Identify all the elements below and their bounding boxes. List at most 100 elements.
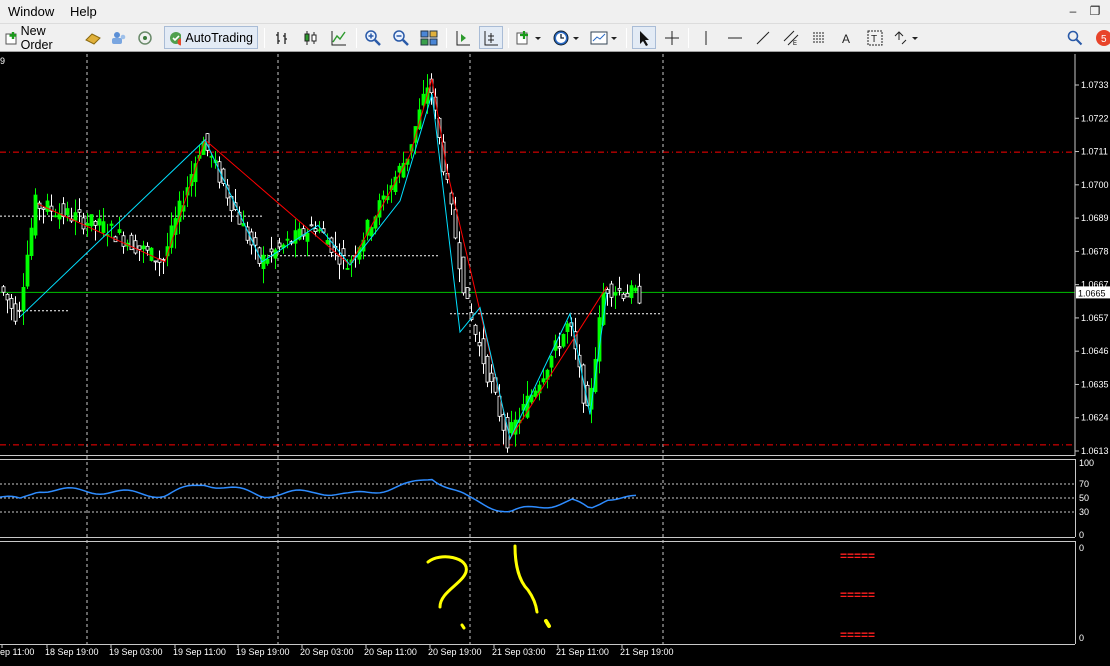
vertical-line-button[interactable] (695, 26, 717, 49)
candle-body (77, 209, 82, 213)
price-tick-label: 1.0700 (1081, 180, 1109, 190)
time-tick-label: 21 Sep 03:00 (492, 647, 546, 657)
search-icon (1067, 30, 1083, 45)
vertical-line-icon (705, 30, 707, 45)
candle-body (541, 378, 546, 383)
candle-body (557, 346, 562, 349)
time-tick-label: 20 Sep 11:00 (364, 647, 417, 657)
candle-body (145, 245, 150, 251)
candle-body (253, 237, 258, 246)
signals-button[interactable] (134, 26, 156, 49)
bar-chart-button[interactable] (272, 26, 294, 49)
candle-body (489, 372, 494, 383)
crosshair-tool-button[interactable] (661, 26, 683, 49)
candle-body (73, 212, 78, 221)
candle-body (121, 235, 126, 247)
fibonacci-icon (813, 32, 825, 42)
cursor-tool-button[interactable] (632, 26, 656, 49)
new-order-button[interactable]: New Order (0, 23, 76, 52)
price-tick-label: 1.0635 (1081, 379, 1109, 389)
zoom-out-button[interactable] (390, 26, 412, 49)
text-tool-button[interactable]: A (836, 26, 858, 49)
trendline-button[interactable] (752, 26, 774, 49)
fibonacci-button[interactable] (808, 26, 830, 49)
svg-text:A: A (842, 32, 850, 46)
price-tick-label: 1.0646 (1081, 346, 1109, 356)
candle-body (637, 285, 642, 304)
templates-button[interactable] (588, 26, 620, 49)
candle-body (565, 323, 570, 333)
current-price-label: 1.0665 (1078, 288, 1106, 298)
candle-body (17, 309, 22, 312)
candle-body (93, 220, 98, 226)
template-icon (590, 31, 617, 44)
text-label-button[interactable]: T (864, 26, 886, 49)
indicator-panel-tick-label: 0 (1079, 543, 1084, 553)
chart-shift-icon (456, 30, 470, 45)
candle-body (485, 355, 490, 383)
notification-badge-icon: 5 (1096, 29, 1110, 46)
new-order-icon (5, 31, 17, 44)
candle-body (85, 223, 90, 226)
time-tick-label: 21 Sep 11:00 (556, 647, 609, 657)
candle-body (621, 293, 626, 299)
candlestick-icon (304, 30, 317, 45)
chart-window[interactable]: 1.0733 1.0722 1.0711 1.0700 1.0689 1.0678 1.06… (0, 52, 1110, 666)
svg-text:5: 5 (1101, 34, 1107, 45)
autotrading-button[interactable]: AutoTrading (164, 26, 258, 49)
new-order-label: New Order (20, 23, 53, 52)
candle-body (89, 214, 94, 227)
oscillator-tick-label: 50 (1079, 493, 1089, 503)
candle-body (53, 215, 58, 218)
candle-body (149, 247, 154, 261)
search-button[interactable] (1064, 26, 1086, 49)
price-tick-label: 1.0613 (1081, 446, 1109, 456)
price-tick-label: 1.0711 (1081, 147, 1108, 157)
candle-body (341, 248, 346, 256)
candle-body (41, 207, 46, 210)
candle-body (457, 242, 462, 270)
indicators-button[interactable] (514, 26, 544, 49)
indicator-mark: ===== (840, 588, 875, 602)
candle-body (369, 227, 374, 237)
candle-body (101, 221, 106, 233)
svg-text:T: T (871, 34, 877, 45)
candle-body (45, 200, 50, 212)
indicator-panel-tick-label: 0 (1079, 633, 1084, 643)
chart-shift-button[interactable] (452, 26, 474, 49)
zoom-in-button[interactable] (362, 26, 384, 49)
candle-body (561, 334, 566, 347)
minimize-icon[interactable]: – (1064, 3, 1082, 20)
candle-body (325, 240, 330, 245)
arrows-button[interactable] (892, 26, 922, 49)
time-tick-label: 20 Sep 19:00 (428, 647, 482, 657)
periods-button[interactable] (550, 26, 582, 49)
notifications-button[interactable]: 5 (1092, 26, 1110, 49)
auto-scroll-button[interactable] (479, 26, 503, 49)
candlestick-button[interactable] (300, 26, 322, 49)
bar-chart-icon (276, 31, 287, 44)
data-window-button[interactable] (108, 26, 130, 49)
time-tick-label: 20 Sep 03:00 (300, 647, 354, 657)
candle-body (625, 293, 630, 298)
chart-canvas[interactable]: 1.0733 1.0722 1.0711 1.0700 1.0689 1.0678 1.06… (0, 52, 1110, 666)
text-label-icon: T (867, 30, 883, 45)
restore-icon[interactable]: ❐ (1086, 3, 1104, 20)
menu-help[interactable]: Help (70, 4, 97, 19)
menu-window[interactable]: Window (8, 4, 54, 19)
candle-body (509, 422, 514, 434)
candle-body (285, 238, 290, 241)
horizontal-line-icon (728, 37, 742, 38)
candle-body (25, 254, 30, 287)
tile-windows-button[interactable] (418, 26, 440, 49)
time-tick-label: 18 Sep 19:00 (45, 647, 99, 657)
menu-bar: Window Help – ❐ (0, 0, 1110, 24)
candle-body (609, 283, 614, 298)
horizontal-line-button[interactable] (724, 26, 746, 49)
line-chart-icon (331, 30, 346, 45)
channel-icon: E (783, 30, 799, 46)
candle-body (465, 287, 470, 299)
equidistant-channel-button[interactable]: E (780, 26, 802, 49)
market-watch-button[interactable] (82, 26, 104, 49)
line-chart-button[interactable] (328, 26, 350, 49)
